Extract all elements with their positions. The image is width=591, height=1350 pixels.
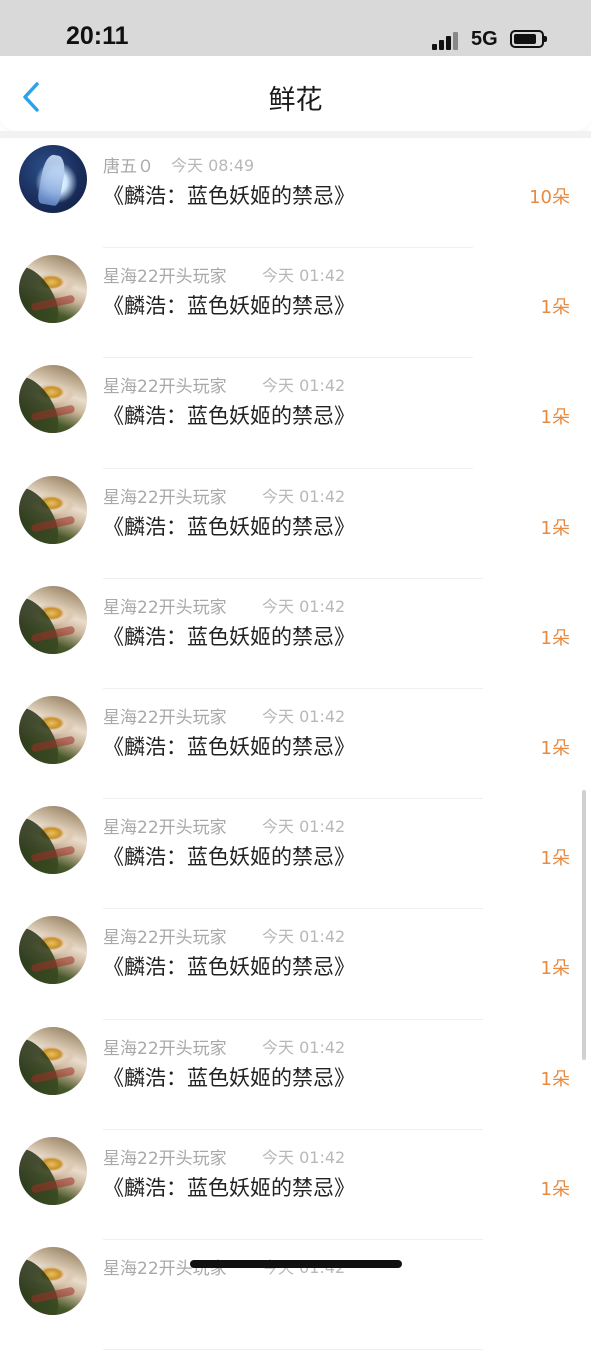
flower-count: 1朵 — [540, 407, 570, 429]
user-name[interactable]: 星海22开头玩家 — [103, 703, 227, 728]
flower-count: 1朵 — [540, 848, 570, 870]
status-time: 20:11 — [66, 22, 129, 50]
book-title[interactable]: 《麟浩：蓝色妖姬的禁忌》 — [103, 731, 355, 761]
list-item[interactable]: 唐五０ 今天 08:49 《麟浩：蓝色妖姬的禁忌》 10朵 — [0, 138, 591, 249]
timestamp: 今天 01:42 — [262, 266, 346, 286]
list-item[interactable]: 星海22开头玩家 今天 01:42 《麟浩：蓝色妖姬的禁忌》 1朵 — [0, 909, 591, 1020]
list-item[interactable]: 星海22开头玩家 今天 01:42 《麟浩：蓝色妖姬的禁忌》 1朵 — [0, 358, 591, 469]
list-item[interactable]: 星海22开头玩家 今天 01:42 《麟浩：蓝色妖姬的禁忌》 1朵 — [0, 248, 591, 359]
book-title[interactable]: 《麟浩：蓝色妖姬的禁忌》 — [103, 841, 355, 871]
timestamp: 今天 01:42 — [262, 706, 346, 726]
flower-count: 1朵 — [540, 297, 570, 319]
nav-divider — [0, 131, 591, 138]
avatar[interactable] — [19, 365, 87, 434]
page-title: 鲜花 — [268, 85, 323, 116]
flower-count: 1朵 — [540, 517, 570, 539]
list-item[interactable]: 星海22开头玩家 今天 01:42 《麟浩：蓝色妖姬的禁忌》 1朵 — [0, 1020, 591, 1130]
user-name[interactable]: 星海22开头玩家 — [103, 1034, 227, 1059]
flower-count: 1朵 — [540, 1068, 570, 1090]
flower-list: 唐五０ 今天 08:49 《麟浩：蓝色妖姬的禁忌》 10朵 星海22开头玩家 今天 01:… — [0, 138, 591, 1350]
signal-icon — [432, 30, 462, 50]
avatar[interactable] — [19, 585, 87, 654]
user-name[interactable]: 星海22开头玩家 — [103, 593, 227, 618]
avatar[interactable] — [19, 145, 87, 213]
user-name[interactable]: 星海22开头玩家 — [103, 923, 227, 948]
avatar[interactable] — [19, 475, 87, 544]
book-title[interactable]: 《麟浩：蓝色妖姬的禁忌》 — [103, 180, 355, 210]
user-name[interactable]: 星海22开头玩家 — [103, 262, 227, 287]
flower-count: 1朵 — [540, 737, 570, 759]
book-title[interactable]: 《麟浩：蓝色妖姬的禁忌》 — [103, 951, 355, 981]
list-item[interactable]: 星海22开头玩家 今天 01:42 《麟浩：蓝色妖姬的禁忌》 1朵 — [0, 689, 591, 800]
nav-bar: 鲜花 — [0, 56, 591, 131]
list-item[interactable]: 星海22开头玩家 今天 01:42 《麟浩：蓝色妖姬的禁忌》 1朵 — [0, 579, 591, 689]
avatar[interactable] — [19, 1136, 87, 1205]
user-name[interactable]: 唐五０ — [103, 152, 154, 177]
user-name[interactable]: 星海22开头玩家 — [103, 483, 227, 508]
timestamp: 今天 01:42 — [262, 1037, 346, 1057]
user-name[interactable]: 星海22开头玩家 — [103, 372, 227, 397]
book-title[interactable]: 《麟浩：蓝色妖姬的禁忌》 — [103, 621, 355, 651]
list-item[interactable]: 星海22开头玩家 今天 01:42 《麟浩：蓝色妖姬的禁忌》 1朵 — [0, 469, 591, 579]
list-item[interactable]: 星海22开头玩家 今天 01:42 《麟浩：蓝色妖姬的禁忌》 1朵 — [0, 1130, 591, 1240]
flower-count: 1朵 — [540, 627, 570, 649]
flower-count: 10朵 — [529, 187, 570, 208]
list-item[interactable]: 星海22开头玩家今天 01:42 — [0, 1240, 591, 1350]
flower-count: 1朵 — [540, 1178, 570, 1200]
scrollbar[interactable] — [582, 790, 586, 1060]
avatar[interactable] — [19, 1246, 87, 1315]
book-title[interactable]: 《麟浩：蓝色妖姬的禁忌》 — [103, 1062, 355, 1092]
timestamp: 今天 08:49 — [171, 156, 255, 175]
home-indicator[interactable] — [190, 1260, 402, 1268]
user-name[interactable]: 星海22开头玩家 — [103, 1144, 227, 1169]
flower-count: 1朵 — [540, 958, 570, 980]
timestamp: 今天 01:42 — [262, 376, 346, 396]
book-title[interactable]: 《麟浩：蓝色妖姬的禁忌》 — [103, 290, 355, 320]
avatar[interactable] — [19, 1026, 87, 1095]
avatar[interactable] — [19, 255, 87, 324]
battery-icon — [510, 30, 547, 48]
book-title[interactable]: 《麟浩：蓝色妖姬的禁忌》 — [103, 511, 355, 541]
book-title[interactable]: 《麟浩：蓝色妖姬的禁忌》 — [103, 1172, 355, 1202]
avatar[interactable] — [19, 916, 87, 985]
timestamp: 今天 01:42 — [262, 1147, 346, 1167]
user-name[interactable]: 星海22开头玩家 — [103, 813, 227, 838]
timestamp: 今天 01:42 — [262, 927, 346, 947]
list-item[interactable]: 星海22开头玩家 今天 01:42 《麟浩：蓝色妖姬的禁忌》 1朵 — [0, 799, 591, 910]
network-type: 5G — [471, 28, 498, 50]
book-title[interactable]: 《麟浩：蓝色妖姬的禁忌》 — [103, 400, 355, 430]
timestamp: 今天 01:42 — [262, 817, 346, 837]
status-bar: 20:11 5G — [0, 0, 591, 56]
timestamp: 今天 01:42 — [262, 596, 346, 616]
avatar[interactable] — [19, 695, 87, 764]
timestamp: 今天 01:42 — [262, 486, 346, 506]
avatar[interactable] — [19, 806, 87, 875]
